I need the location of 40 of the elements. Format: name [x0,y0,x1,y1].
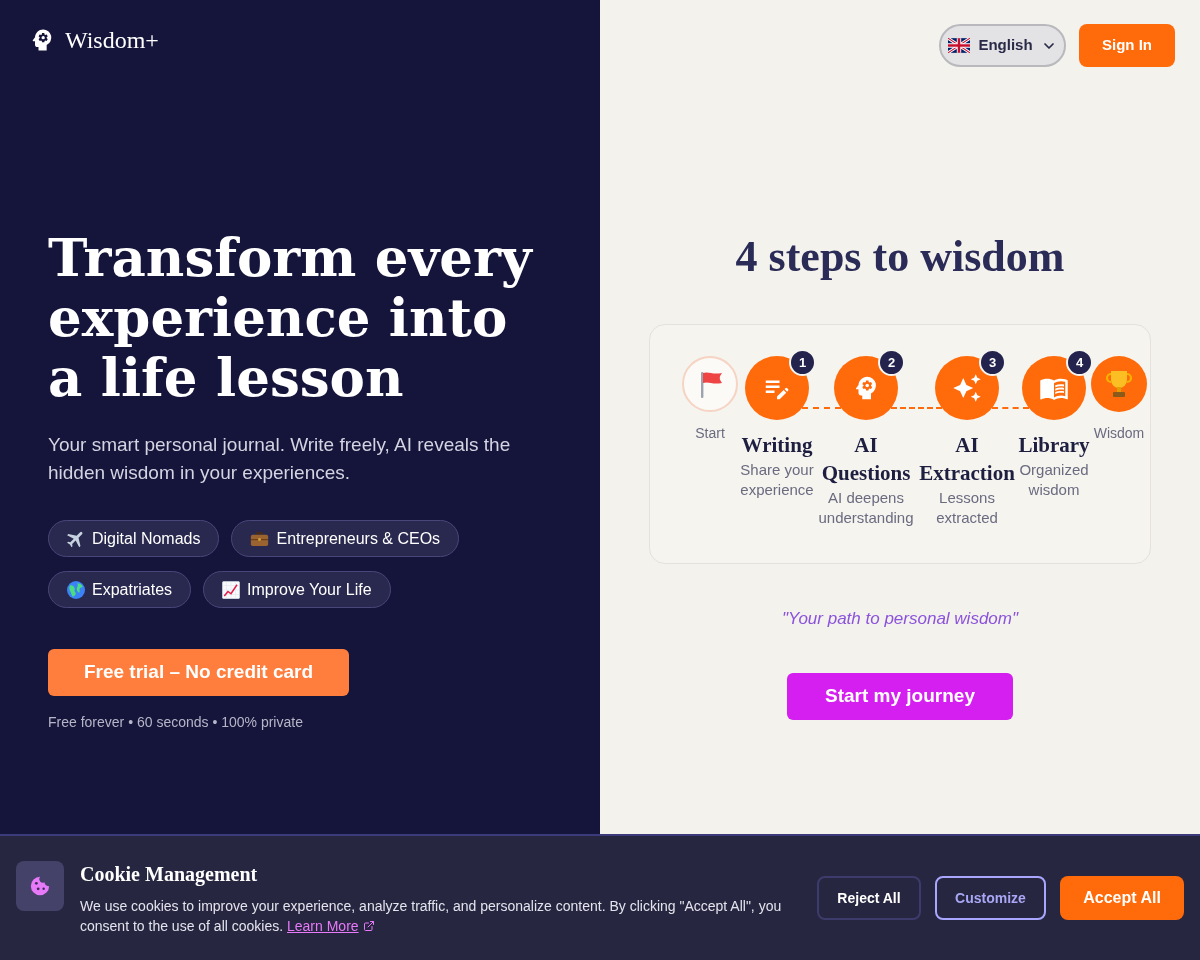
cookie-description: We use cookies to improve your experience, analyze traffic, and personalize content. By clicking "Accept All", you consent to the use of all cookies. Learn More [80,897,783,936]
step-title: AI Extraction [918,432,1016,487]
trial-note: Free forever • 60 seconds • 100% private [48,713,303,732]
tag-label: Entrepreneurs & CEOs [276,528,441,549]
reject-all-button[interactable]: Reject All [817,876,921,920]
tag-label: Expatriates [92,579,173,600]
cookie-icon [29,875,51,897]
step-description: Organized wisdom [1018,460,1090,500]
step-title: AI Questions [820,432,912,487]
step-description: Share your experience [739,460,815,500]
step-number-badge: 3 [979,349,1006,376]
external-link-icon [362,920,375,932]
tag-label: Improve Your Life [247,579,372,600]
tag-label: Digital Nomads [92,528,201,549]
cookie-title: Cookie Management [80,862,258,888]
step-title: Writing [741,432,813,459]
steps-quote: "Your path to personal wisdom" [781,608,1018,630]
step-number-badge: 1 [789,349,816,376]
uk-flag-icon [948,38,971,53]
step-number-badge: 4 [1066,349,1093,376]
brand-name[interactable]: Wisdom+ [65,26,159,54]
step-description: AI deepens understanding [817,488,915,528]
step-label: Wisdom [1093,424,1145,443]
step-description: Lessons extracted [935,488,999,528]
start-journey-button[interactable]: Start my journey [787,673,1013,720]
briefcase-icon [250,530,270,547]
step-title: Library [1018,432,1090,459]
sparkles-icon [952,373,982,403]
trophy-icon [1104,369,1134,399]
hero-headline: Transform every experience into a life lesson [48,227,534,407]
line-chart-icon [222,580,241,599]
language-selector[interactable]: English [939,24,1066,67]
hero-subtitle: Your smart personal journal. Write freely, AI reveals the hidden wisdom in your experiences. [48,433,512,485]
learn-more-link[interactable]: Learn More [287,916,375,936]
step-label: Start [695,424,725,443]
globe-icon [67,580,85,599]
steps-heading: 4 steps to wisdom [735,231,1065,283]
airplane-icon [67,529,85,548]
step-number-badge: 2 [878,349,905,376]
customize-button[interactable]: Customize [935,876,1046,920]
